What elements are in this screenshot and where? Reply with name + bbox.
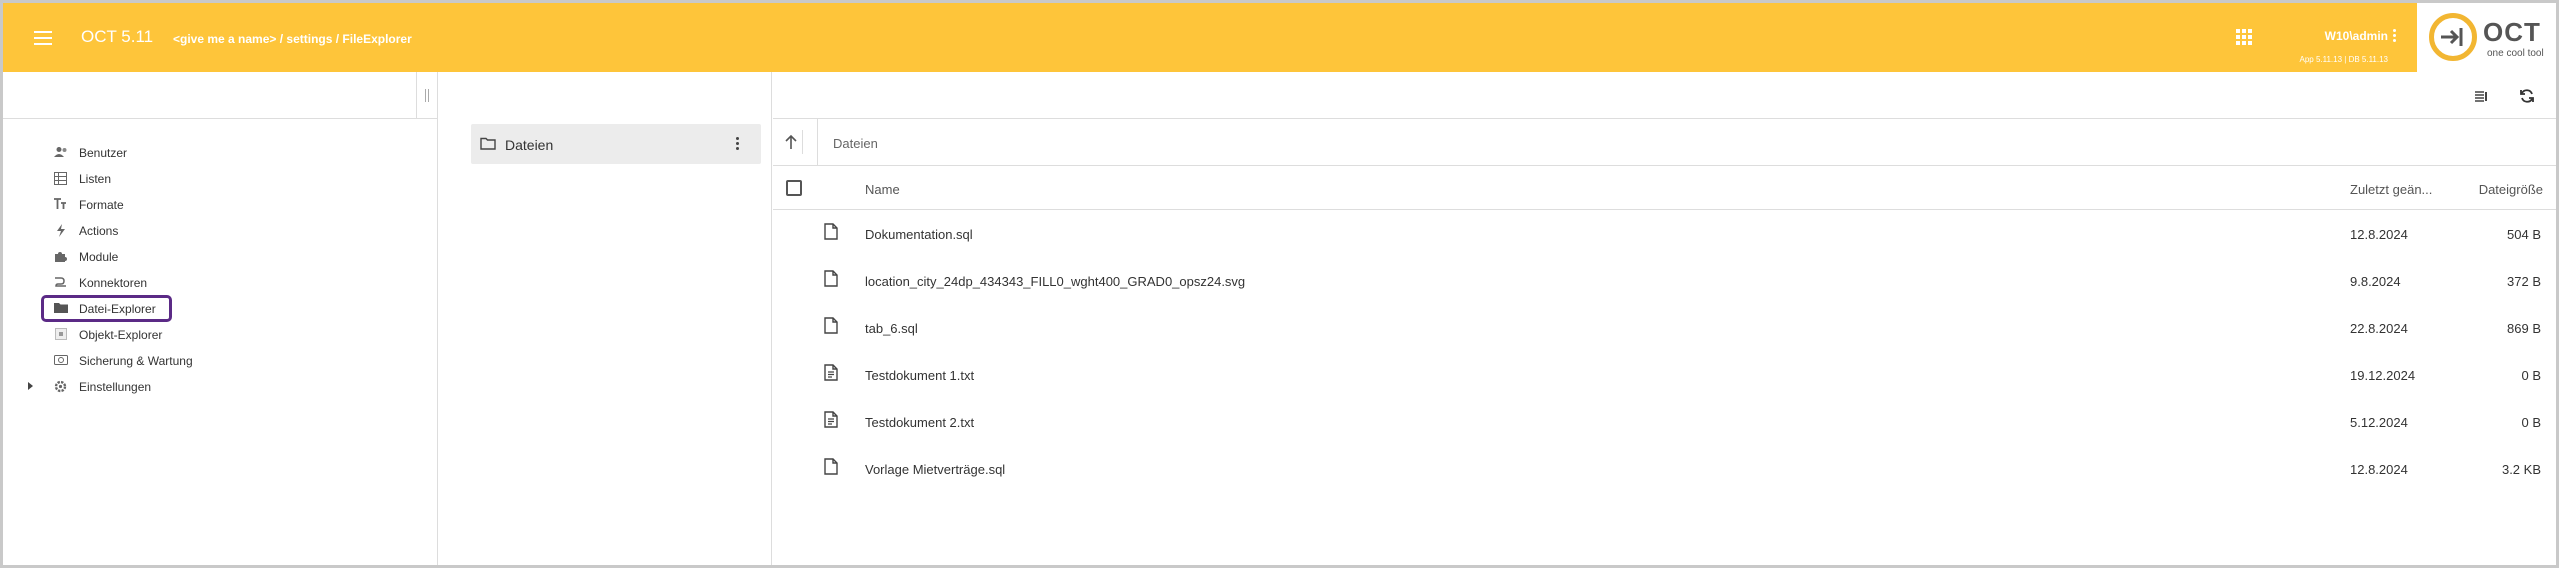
file-name: Dokumentation.sql: [865, 227, 973, 242]
user-menu-icon[interactable]: [2391, 29, 2397, 45]
gear-icon: [53, 380, 68, 394]
sidebar-item-benutzer[interactable]: Benutzer: [3, 140, 433, 166]
sidebar-item-listen[interactable]: Listen: [3, 166, 433, 192]
table-icon: [53, 172, 68, 186]
sidebar-resize-handle[interactable]: [416, 72, 438, 119]
breadcrumb: <give me a name> / settings / FileExplor…: [173, 32, 412, 46]
logo-text: OCT: [2483, 17, 2541, 47]
column-header-name[interactable]: Name: [865, 182, 900, 197]
column-header-modified[interactable]: Zuletzt geän...: [2350, 182, 2432, 197]
file-name: location_city_24dp_434343_FILL0_wght400_…: [865, 274, 1246, 289]
bolt-icon: [53, 224, 68, 238]
sidebar-item-label: Objekt-Explorer: [79, 328, 163, 342]
sidebar-item-label: Benutzer: [79, 146, 128, 160]
sidebar-item-label: Sicherung & Wartung: [79, 354, 193, 368]
file-list-panel: Dateien Name Zuletzt geän... Dateigröße …: [773, 72, 2556, 565]
folder-icon: [53, 302, 68, 316]
folder-item-dateien[interactable]: Dateien: [471, 124, 761, 164]
logo-subtitle: one cool tool: [2487, 48, 2544, 59]
file-size: 372 B: [2507, 274, 2541, 289]
column-header-size[interactable]: Dateigröße: [2473, 182, 2543, 197]
table-row[interactable]: location_city_24dp_434343_FILL0_wght400_…: [773, 258, 2556, 305]
file-date: 12.8.2024: [2350, 462, 2408, 477]
file-size: 3.2 KB: [2501, 462, 2541, 477]
file-date: 12.8.2024: [2350, 227, 2408, 242]
table-row[interactable]: Testdokument 2.txt 5.12.2024 0 B: [773, 399, 2556, 446]
file-rows: Dokumentation.sql 12.8.2024 504 B locati…: [773, 211, 2556, 493]
connector-icon: [53, 276, 68, 290]
sidebar-item-label: Datei-Explorer: [79, 302, 156, 316]
sidebar-item-label: Module: [79, 250, 119, 264]
sidebar: Benutzer Listen Formate Actions Module K…: [3, 72, 438, 565]
current-path: Dateien: [833, 136, 878, 151]
app-window: OCT 5.11 <give me a name> / settings / F…: [3, 3, 2556, 565]
sidebar-item-einstellungen[interactable]: Einstellungen: [3, 374, 433, 400]
logo: OCT one cool tool: [2417, 3, 2556, 72]
expand-arrow-icon[interactable]: [28, 382, 33, 390]
path-bar: Dateien: [773, 119, 2556, 166]
file-size: 0 B: [2521, 415, 2541, 430]
file-size: 869 B: [2507, 321, 2541, 336]
sidebar-toolbar: [3, 72, 437, 119]
sidebar-item-sicherung-wartung[interactable]: Sicherung & Wartung: [3, 348, 433, 374]
file-name: Testdokument 2.txt: [865, 415, 975, 430]
file-name: tab_6.sql: [865, 321, 918, 336]
text-file-icon: [824, 364, 838, 386]
user-name[interactable]: W10\admin: [2325, 29, 2388, 43]
sidebar-item-label: Konnektoren: [79, 276, 148, 290]
file-date: 22.8.2024: [2350, 321, 2408, 336]
puzzle-icon: [53, 250, 68, 264]
users-icon: [53, 146, 68, 160]
folder-outline-icon: [480, 137, 496, 155]
text-file-icon: [824, 411, 838, 433]
file-date: 5.12.2024: [2350, 415, 2408, 430]
file-icon: [824, 458, 838, 480]
refresh-icon[interactable]: [2515, 84, 2539, 108]
file-icon: [824, 317, 838, 339]
sidebar-item-label: Actions: [79, 224, 119, 238]
version-info: App 5.11.13 | DB 5.11.13: [2299, 55, 2388, 64]
app-header: OCT 5.11 <give me a name> / settings / F…: [3, 3, 2556, 72]
table-header: Name Zuletzt geän... Dateigröße: [773, 166, 2556, 210]
file-icon: [824, 223, 838, 245]
file-size: 0 B: [2521, 368, 2541, 383]
apps-grid-icon[interactable]: [2236, 29, 2252, 45]
sidebar-item-formate[interactable]: Formate: [3, 192, 433, 218]
table-row[interactable]: Testdokument 1.txt 19.12.2024 0 B: [773, 352, 2556, 399]
file-date: 19.12.2024: [2350, 368, 2416, 383]
sidebar-item-actions[interactable]: Actions: [3, 218, 433, 244]
sidebar-item-label: Formate: [79, 198, 124, 212]
folder-label: Dateien: [505, 137, 554, 153]
hamburger-menu-icon[interactable]: [31, 27, 55, 49]
arrow-up-icon[interactable]: [779, 130, 803, 154]
logo-mark-icon: [2429, 13, 2477, 61]
sidebar-item-label: Einstellungen: [79, 380, 152, 394]
folder-tree-panel: Dateien: [439, 72, 772, 565]
file-name: Testdokument 1.txt: [865, 368, 975, 383]
sidebar-item-label: Listen: [79, 172, 112, 186]
file-toolbar: [773, 72, 2556, 119]
file-date: 9.8.2024: [2350, 274, 2401, 289]
sidebar-nav: Benutzer Listen Formate Actions Module K…: [3, 140, 433, 400]
more-options-icon[interactable]: [735, 137, 739, 151]
select-all-checkbox[interactable]: [786, 180, 802, 196]
object-icon: [53, 328, 68, 342]
view-toggle-icon[interactable]: [2469, 84, 2493, 108]
file-name: Vorlage Mietverträge.sql: [865, 462, 1006, 477]
backup-icon: [53, 354, 68, 368]
file-icon: [824, 270, 838, 292]
divider: [817, 119, 818, 166]
table-row[interactable]: tab_6.sql 22.8.2024 869 B: [773, 305, 2556, 352]
app-title: OCT 5.11: [81, 27, 154, 46]
sidebar-item-module[interactable]: Module: [3, 244, 433, 270]
file-size: 504 B: [2507, 227, 2541, 242]
table-row[interactable]: Dokumentation.sql 12.8.2024 504 B: [773, 211, 2556, 258]
sidebar-item-objekt-explorer[interactable]: Objekt-Explorer: [3, 322, 433, 348]
sidebar-item-datei-explorer[interactable]: Datei-Explorer: [3, 295, 433, 322]
text-format-icon: [53, 198, 68, 212]
table-row[interactable]: Vorlage Mietverträge.sql 12.8.2024 3.2 K…: [773, 446, 2556, 493]
sidebar-item-konnektoren[interactable]: Konnektoren: [3, 270, 433, 296]
